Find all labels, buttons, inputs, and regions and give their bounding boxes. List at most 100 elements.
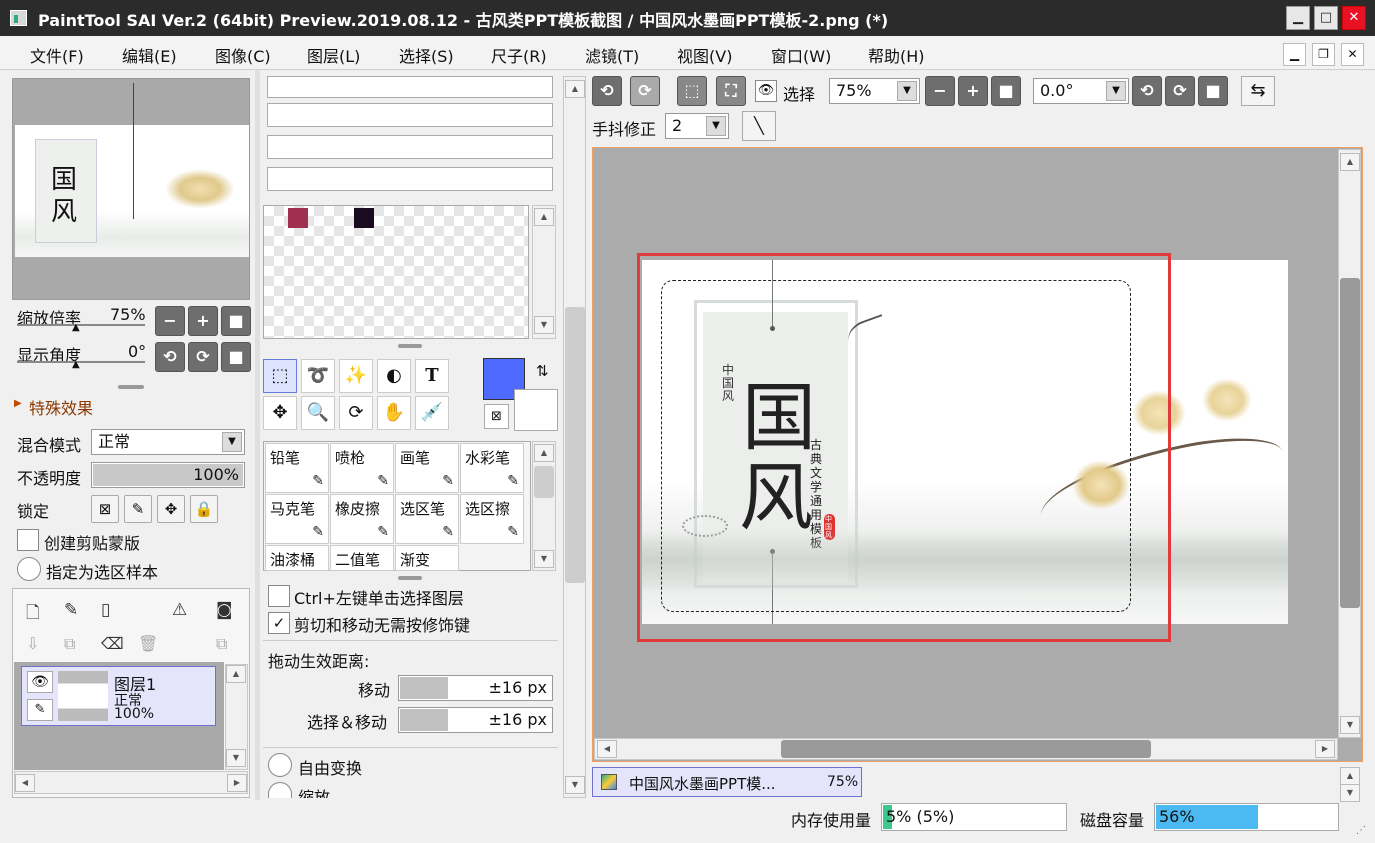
- new-vector-layer-icon[interactable]: ✎: [64, 600, 78, 620]
- clip-mask-checkbox[interactable]: [17, 529, 39, 551]
- move-tool[interactable]: ✥: [263, 396, 297, 430]
- tool-panel-scrollbar[interactable]: ▲ ▼: [563, 76, 586, 798]
- doc-close-button[interactable]: ✕: [1341, 43, 1364, 66]
- magic-wand-tool[interactable]: ✨: [339, 359, 373, 393]
- zoom-reset-button[interactable]: ■: [221, 306, 251, 336]
- canvas-zoom-reset-button[interactable]: ■: [991, 76, 1021, 106]
- panel-splitter[interactable]: [118, 385, 144, 389]
- swatch-1[interactable]: [288, 208, 308, 228]
- rotate-tool[interactable]: ⟳: [339, 396, 373, 430]
- blend-mode-select[interactable]: 正常 ▼: [91, 429, 245, 455]
- color-slider-1[interactable]: [267, 76, 553, 98]
- move-distance-slider[interactable]: ±16 px: [398, 675, 553, 701]
- copy-layer-icon[interactable]: ⧉: [64, 634, 75, 654]
- stabilizer-select[interactable]: 2 ▼: [665, 113, 729, 139]
- brush-scrollbar[interactable]: ▲ ▼: [532, 441, 556, 571]
- undo-button[interactable]: ⟲: [592, 76, 622, 106]
- brush-3[interactable]: 水彩笔 ✎: [460, 443, 524, 493]
- panel-divider[interactable]: [255, 70, 260, 800]
- menu-file[interactable]: 文件(F): [30, 43, 84, 67]
- scroll-thumb[interactable]: [565, 307, 585, 583]
- invert-selection-button[interactable]: ⛶: [716, 76, 746, 106]
- menu-filter[interactable]: 滤镜(T): [585, 43, 639, 67]
- scroll-down-button[interactable]: ▼: [1340, 716, 1360, 734]
- lock-transparency-icon[interactable]: ⊠: [91, 495, 119, 523]
- scroll-up-button[interactable]: ▲: [565, 80, 585, 98]
- canvas-zoom-in-button[interactable]: +: [958, 76, 988, 106]
- hand-tool[interactable]: ✋: [377, 396, 411, 430]
- scale-radio[interactable]: [268, 782, 292, 798]
- canvas-angle-select[interactable]: 0.0° ▼: [1033, 78, 1129, 104]
- swap-colors-icon[interactable]: ⇅: [536, 362, 549, 380]
- scroll-down-button[interactable]: ▼: [534, 316, 554, 334]
- tab-scroll-up-button[interactable]: ▲: [1340, 767, 1360, 785]
- brush-2[interactable]: 画笔 ✎: [395, 443, 459, 493]
- canvas-rotate-right-button[interactable]: ⟳: [1165, 76, 1195, 106]
- layer-transfer-icon[interactable]: ⧉: [216, 634, 227, 654]
- canvas-rotate-reset-button[interactable]: ■: [1198, 76, 1228, 106]
- angle-slider-handle[interactable]: ▲: [72, 359, 80, 370]
- scroll-right-button[interactable]: ▶: [1315, 740, 1335, 758]
- maximize-button[interactable]: □: [1314, 6, 1338, 30]
- delete-layer-icon[interactable]: 🗑: [138, 634, 158, 653]
- shape-tool[interactable]: ◐: [377, 359, 411, 393]
- canvas-zoom-select[interactable]: 75% ▼: [829, 78, 920, 104]
- scroll-up-button[interactable]: ▲: [226, 665, 246, 683]
- layer-row[interactable]: 👁 ✎ 图层1 正常 100%: [21, 666, 216, 726]
- selmove-distance-slider[interactable]: ±16 px: [398, 707, 553, 733]
- tab-scroll-down-button[interactable]: ▼: [1340, 784, 1360, 802]
- cut-move-checkbox[interactable]: ✓: [268, 612, 290, 634]
- scroll-thumb[interactable]: [781, 740, 1151, 758]
- doc-restore-button[interactable]: ❐: [1312, 43, 1335, 66]
- canvas-hscrollbar[interactable]: ◀ ▶: [594, 738, 1338, 760]
- swatch-panel[interactable]: [263, 205, 529, 339]
- panel-splitter[interactable]: [398, 576, 422, 580]
- canvas-rotate-left-button[interactable]: ⟲: [1132, 76, 1162, 106]
- rotate-right-button[interactable]: ⟳: [188, 342, 218, 372]
- lock-all-icon[interactable]: 🔒: [190, 495, 218, 523]
- scroll-left-button[interactable]: ◀: [597, 740, 617, 758]
- minimize-button[interactable]: ▁: [1286, 6, 1310, 30]
- menu-ruler[interactable]: 尺子(R): [491, 43, 547, 67]
- brush-1[interactable]: 喷枪 ✎: [330, 443, 394, 493]
- ctrl-select-checkbox[interactable]: [268, 585, 290, 607]
- rotate-reset-button[interactable]: ■: [221, 342, 251, 372]
- clear-layer-icon[interactable]: ⌫: [101, 634, 124, 653]
- brush-5[interactable]: 橡皮擦 ✎: [330, 494, 394, 544]
- transparent-color-icon[interactable]: ⊠: [484, 404, 509, 429]
- navigator-preview[interactable]: 国 风: [12, 78, 250, 300]
- document-tab[interactable]: 中国风水墨画PPT模... 75%: [592, 767, 862, 797]
- rotate-left-button[interactable]: ⟲: [155, 342, 185, 372]
- panel-splitter[interactable]: [398, 344, 422, 348]
- scroll-up-button[interactable]: ▲: [534, 444, 554, 462]
- menu-view[interactable]: 视图(V): [677, 43, 732, 67]
- brush-0[interactable]: 铅笔 ✎: [265, 443, 329, 493]
- scroll-up-button[interactable]: ▲: [1340, 153, 1360, 171]
- layer-list-scrollbar[interactable]: ▲ ▼: [225, 664, 248, 770]
- scroll-down-button[interactable]: ▼: [534, 550, 554, 568]
- lock-paint-icon[interactable]: ✎: [124, 495, 152, 523]
- zoom-slider[interactable]: [17, 324, 145, 326]
- angle-slider[interactable]: [17, 361, 145, 363]
- color-slider-3[interactable]: [267, 135, 553, 159]
- brush-8[interactable]: 油漆桶: [265, 545, 329, 571]
- color-slider-2[interactable]: [267, 103, 553, 127]
- merge-down-icon[interactable]: ⇩: [26, 634, 39, 653]
- flip-horizontal-icon[interactable]: ⇆: [1241, 76, 1275, 106]
- new-folder-icon[interactable]: ▯: [101, 600, 110, 620]
- scroll-down-button[interactable]: ▼: [565, 776, 585, 794]
- text-tool[interactable]: T: [415, 359, 449, 393]
- menu-image[interactable]: 图像(C): [215, 43, 271, 67]
- zoom-out-button[interactable]: −: [155, 306, 185, 336]
- scroll-thumb[interactable]: [534, 466, 554, 498]
- menu-select[interactable]: 选择(S): [399, 43, 454, 67]
- resize-grip-icon[interactable]: ⋰: [1356, 825, 1366, 836]
- line-tool-icon[interactable]: ╲: [742, 111, 776, 141]
- brush-7[interactable]: 选区擦 ✎: [460, 494, 524, 544]
- opacity-slider[interactable]: 100%: [91, 462, 245, 488]
- layer-effect-icon[interactable]: ⚠: [172, 600, 187, 620]
- lasso-tool[interactable]: ➰: [301, 359, 335, 393]
- deselect-button[interactable]: ⬚: [677, 76, 707, 106]
- brush-10[interactable]: 渐变: [395, 545, 459, 571]
- canvas-zoom-out-button[interactable]: −: [925, 76, 955, 106]
